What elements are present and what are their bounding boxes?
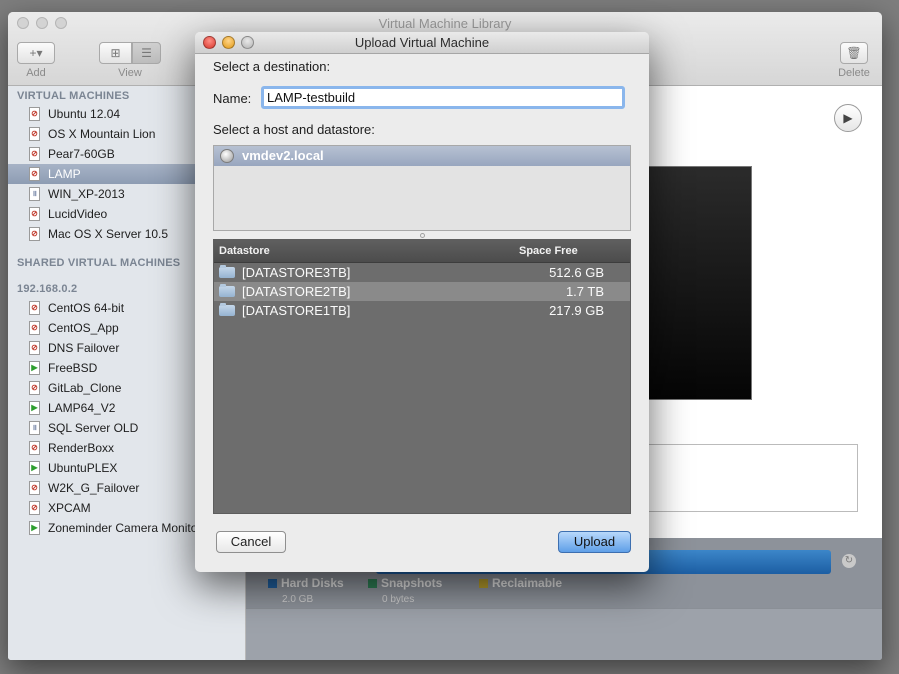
sidebar-item-label: DNS Failover (48, 341, 120, 355)
view-label: View (118, 67, 142, 79)
delete-label: Delete (838, 67, 870, 79)
vm-stopped-icon: ⊘ (29, 501, 40, 515)
sidebar-item-label: LAMP64_V2 (48, 401, 116, 415)
sidebar-item-label: Zoneminder Camera Monitor (48, 521, 202, 535)
view-list-button[interactable]: ☰ (132, 42, 161, 64)
sidebar-item-label: SQL Server OLD (48, 421, 139, 435)
vm-stopped-icon: ⊘ (29, 341, 40, 355)
folder-icon (219, 284, 235, 297)
vm-stopped-icon: ⊘ (29, 301, 40, 315)
upload-vm-dialog: Upload Virtual Machine Select a destinat… (195, 32, 649, 572)
vm-name-input[interactable] (261, 86, 625, 109)
snapshots-value: 0 bytes (382, 594, 415, 605)
sidebar-item-label: Ubuntu 12.04 (48, 107, 121, 121)
shared-host-header: 192.168.0.2 (17, 283, 78, 295)
bottom-strip (246, 608, 882, 660)
datastore-row[interactable]: [DATASTORE3TB] 512.6 GB (214, 263, 630, 282)
reclaimable-swatch (479, 579, 488, 588)
snapshots-label: Snapshots (381, 576, 443, 590)
legend-snapshots: Snapshots 0 bytes (368, 576, 442, 605)
dialog-titlebar: Upload Virtual Machine (195, 32, 649, 54)
sidebar-item-label: FreeBSD (48, 361, 98, 375)
sidebar-item-label: OS X Mountain Lion (48, 127, 156, 141)
split-view-handle[interactable] (420, 233, 425, 238)
trash-icon: 🗑 (846, 46, 862, 60)
vm-running-icon: ▶ (29, 521, 40, 535)
snapshots-swatch (368, 579, 377, 588)
hard-disks-value: 2.0 GB (282, 594, 314, 605)
vm-stopped-icon: ⊘ (29, 167, 40, 181)
vm-stopped-icon: ⊘ (29, 207, 40, 221)
refresh-icon[interactable]: ↻ (842, 554, 856, 568)
datastore-name: [DATASTORE1TB] (242, 303, 351, 318)
upload-button[interactable]: Upload (558, 531, 631, 553)
start-vm-button[interactable]: ▶ (834, 104, 862, 132)
host-name: vmdev2.local (242, 148, 324, 163)
sidebar-item-label: W2K_G_Failover (48, 481, 140, 495)
column-header-space-free[interactable]: Space Free (519, 240, 578, 263)
list-view-icon: ☰ (141, 46, 152, 60)
dialog-title: Upload Virtual Machine (354, 35, 490, 50)
vm-suspended-icon: ॥ (29, 187, 40, 201)
vm-notes-field[interactable] (648, 444, 858, 512)
sidebar-item-label: GitLab_Clone (48, 381, 122, 395)
datastore-free: 512.6 GB (549, 265, 604, 280)
column-header-datastore[interactable]: Datastore (219, 240, 270, 263)
sidebar-item-label: UbuntuPLEX (48, 461, 118, 475)
folder-icon (219, 303, 235, 316)
play-icon: ▶ (843, 111, 853, 125)
add-button[interactable]: +▾ (17, 42, 55, 64)
shared-virtual-machines-header: SHARED VIRTUAL MACHINES (17, 257, 181, 269)
sidebar-item-label: XPCAM (48, 501, 91, 515)
select-destination-label: Select a destination: (213, 59, 331, 74)
vm-stopped-icon: ⊘ (29, 107, 40, 121)
reclaimable-label: Reclaimable (492, 576, 563, 590)
hard-disks-label: Hard Disks (281, 576, 344, 590)
grid-view-icon: ⊞ (110, 46, 121, 60)
legend-reclaimable: Reclaimable (479, 576, 562, 590)
sidebar-item-label: Pear7-60GB (48, 147, 115, 161)
virtual-machines-header: VIRTUAL MACHINES (17, 90, 130, 102)
cancel-button[interactable]: Cancel (216, 531, 286, 553)
view-grid-button[interactable]: ⊞ (99, 42, 132, 64)
select-host-label: Select a host and datastore: (213, 122, 375, 137)
sidebar-item-label: WIN_XP-2013 (48, 187, 125, 201)
sidebar-item-label: LAMP (48, 167, 81, 181)
datastore-name: [DATASTORE3TB] (242, 265, 351, 280)
host-row[interactable]: vmdev2.local (214, 146, 630, 166)
sidebar-item-label: LucidVideo (48, 207, 108, 221)
name-label: Name: (213, 91, 252, 106)
host-list[interactable]: vmdev2.local (213, 145, 631, 231)
sidebar-item-label: CentOS 64-bit (48, 301, 125, 315)
vm-stopped-icon: ⊘ (29, 481, 40, 495)
globe-icon (220, 149, 234, 163)
legend-hard-disks: Hard Disks 2.0 GB (268, 576, 344, 605)
vm-suspended-icon: ॥ (29, 421, 40, 435)
sidebar-item-label: CentOS_App (48, 321, 119, 335)
vm-stopped-icon: ⊘ (29, 127, 40, 141)
vm-stopped-icon: ⊘ (29, 381, 40, 395)
datastore-table: Datastore Space Free [DATASTORE3TB] 512.… (213, 239, 631, 514)
vm-running-icon: ▶ (29, 361, 40, 375)
sidebar-item-label: Mac OS X Server 10.5 (48, 227, 169, 241)
datastore-table-header: Datastore Space Free (214, 240, 630, 263)
delete-button[interactable]: 🗑 (840, 42, 868, 64)
datastore-free: 217.9 GB (549, 303, 604, 318)
sidebar-item-label: RenderBoxx (48, 441, 115, 455)
datastore-row[interactable]: [DATASTORE2TB] 1.7 TB (214, 282, 630, 301)
hard-disks-swatch (268, 579, 277, 588)
vm-stopped-icon: ⊘ (29, 227, 40, 241)
vm-running-icon: ▶ (29, 461, 40, 475)
folder-icon (219, 265, 235, 278)
add-label: Add (26, 67, 46, 79)
datastore-name: [DATASTORE2TB] (242, 284, 351, 299)
window-title: Virtual Machine Library (378, 16, 512, 31)
vm-stopped-icon: ⊘ (29, 321, 40, 335)
datastore-free: 1.7 TB (565, 284, 604, 299)
vm-screen-preview[interactable] (648, 166, 752, 400)
vm-stopped-icon: ⊘ (29, 147, 40, 161)
datastore-row[interactable]: [DATASTORE1TB] 217.9 GB (214, 301, 630, 320)
vm-stopped-icon: ⊘ (29, 441, 40, 455)
vm-running-icon: ▶ (29, 401, 40, 415)
